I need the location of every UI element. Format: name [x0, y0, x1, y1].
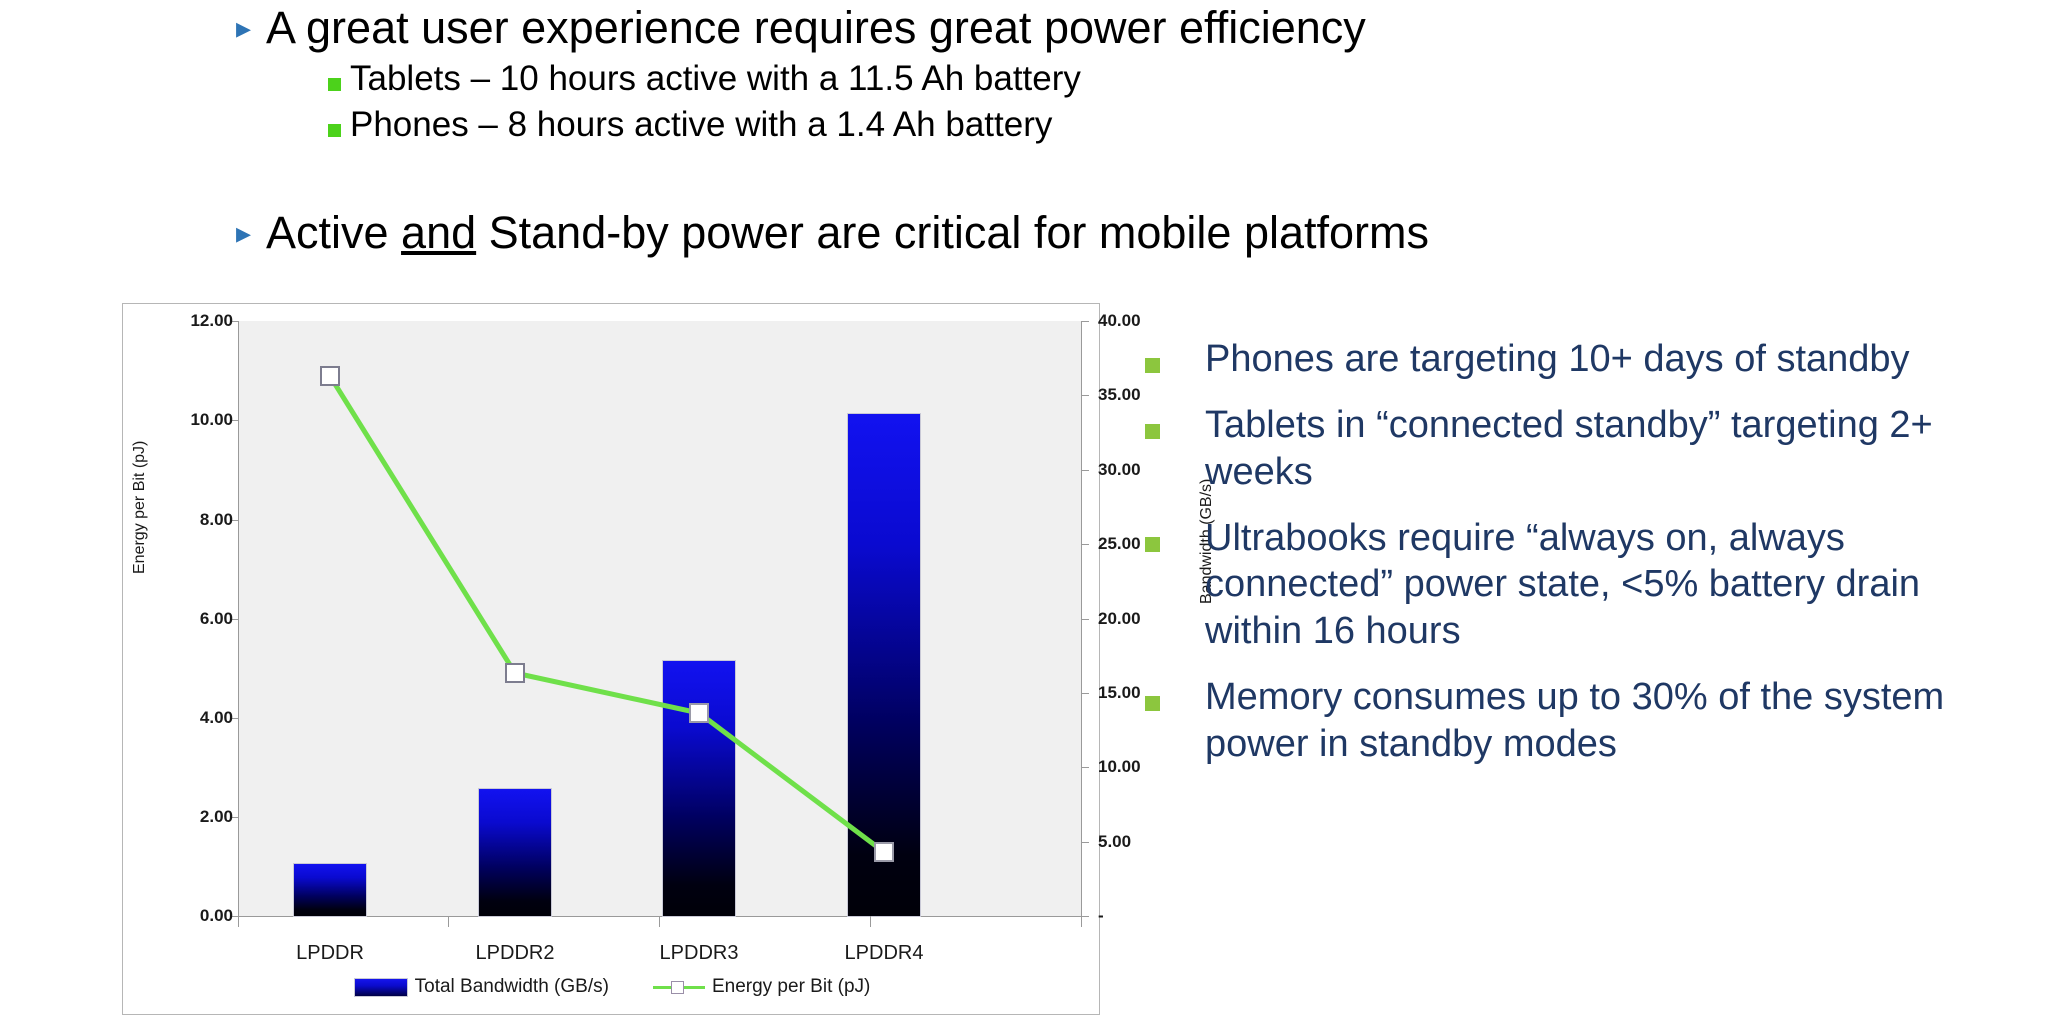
text-segment-and-underlined: and: [401, 206, 477, 258]
y2-axis-tick-label: 15.00: [1098, 683, 1141, 702]
y-axis-tick-label: 10.00: [190, 410, 233, 429]
y2-axis-tick-label: 40.00: [1098, 311, 1141, 330]
right-bullet-text-ultrabooks: Ultrabooks require “always on, always co…: [1205, 517, 1921, 652]
y-axis-tick-label: 12.00: [190, 311, 233, 330]
chart-legend: Total Bandwidth (GB/s) Energy per Bit (p…: [123, 976, 1101, 998]
x-axis-label-lpddr3: LPDDR3: [659, 942, 739, 964]
y2-axis-tick-mark: [1082, 544, 1089, 545]
x-axis-tick-mark: [448, 916, 449, 927]
bar-lpddr2: [478, 788, 552, 917]
y2-axis-tick-mark: [1082, 916, 1089, 917]
x-axis-tick-mark: [870, 916, 871, 927]
bullet-text-main: A great user experience requires great p…: [266, 2, 1366, 53]
y2-axis-tick-label: 5.00: [1098, 832, 1132, 851]
y-axis-tick-label: 6.00: [199, 609, 233, 628]
legend-item-bandwidth: Total Bandwidth (GB/s): [353, 976, 609, 998]
bullet-row-active-standby: ▸ Active and Stand-by power are critical…: [0, 205, 2046, 261]
y2-axis-tick-mark: [1082, 767, 1089, 768]
y2-axis-tick-mark: [1082, 470, 1089, 471]
x-axis-tick-mark: [659, 916, 660, 927]
bullet-row-phones: Phones – 8 hours active with a 1.4 Ah ba…: [0, 102, 2046, 148]
right-bullet-text-memory: Memory consumes up to 30% of the system …: [1205, 676, 1945, 765]
top-bullet-block: ▸ A great user experience requires great…: [0, 0, 2046, 261]
y2-axis-tick-label: 30.00: [1098, 460, 1141, 479]
y2-axis-tick-label: 35.00: [1098, 385, 1141, 404]
y2-axis-tick-mark: [1082, 693, 1089, 694]
y-axis-tick-label: 4.00: [199, 708, 233, 727]
y2-axis-tick-mark: [1082, 619, 1089, 620]
y2-axis-tick-label: 20.00: [1098, 609, 1141, 628]
x-axis-tick-mark: [1081, 916, 1082, 927]
y-axis-tick-label: 2.00: [199, 807, 233, 826]
list-item: Phones are targeting 10+ days of standby: [1145, 336, 1995, 382]
y-axis-tick-label: 0.00: [199, 906, 233, 925]
bullet-row-tablets: Tablets – 10 hours active with a 11.5 Ah…: [0, 56, 2046, 102]
bar-lpddr3: [662, 660, 736, 917]
square-bullet-icon: [328, 78, 350, 92]
bullet-text-tablets: Tablets – 10 hours active with a 11.5 Ah…: [350, 59, 1081, 99]
list-item: Memory consumes up to 30% of the system …: [1145, 674, 1995, 767]
legend-item-energy: Energy per Bit (pJ): [652, 976, 871, 998]
x-axis-label-lpddr4: LPDDR4: [844, 942, 924, 964]
list-item: Ultrabooks require “always on, always co…: [1145, 515, 1995, 654]
text-segment-standby: Stand-by power are critical for mobile p…: [476, 206, 1430, 258]
y2-axis-tick-label: 10.00: [1098, 757, 1141, 776]
bullet-text-active-standby: Active and Stand-by power are critical f…: [266, 205, 1429, 261]
triangle-right-icon: ▸: [236, 216, 252, 250]
legend-bar-swatch-icon: [353, 977, 408, 997]
x-axis-label-lpddr2: LPDDR2: [475, 942, 555, 964]
y2-axis-tick-label: 25.00: [1098, 534, 1141, 553]
y-axis-tick-label: 8.00: [199, 510, 233, 529]
bullet-row-level1: ▸ A great user experience requires great…: [0, 0, 2046, 56]
legend-label-bandwidth: Total Bandwidth (GB/s): [414, 976, 609, 997]
x-axis-label-lpddr: LPDDR: [296, 942, 364, 964]
bar-lpddr4: [847, 413, 921, 917]
text-segment-active: Active: [266, 206, 402, 258]
y2-axis-tick-label: -: [1098, 906, 1104, 925]
right-bullet-column: Phones are targeting 10+ days of standby…: [1145, 336, 1995, 787]
bar-lpddr: [293, 863, 367, 917]
chart-container: 0.00 2.00 4.00 6.00 8.00 10.00 12.00 Ene…: [122, 303, 1215, 1015]
square-bullet-icon: [328, 124, 350, 138]
y2-axis-tick-mark: [1082, 842, 1089, 843]
legend-line-swatch-icon: [652, 979, 705, 996]
y2-axis-tick-mark: [1082, 395, 1089, 396]
chart-plot-area: [238, 321, 1082, 916]
x-axis-tick-mark: [238, 916, 239, 927]
legend-label-energy: Energy per Bit (pJ): [711, 976, 871, 997]
right-bullet-text-tablets: Tablets in “connected standby” targeting…: [1205, 404, 1933, 493]
list-item: Tablets in “connected standby” targeting…: [1145, 402, 1995, 495]
right-bullet-text-phones: Phones are targeting 10+ days of standby: [1205, 338, 1910, 380]
bullet-text-phones: Phones – 8 hours active with a 1.4 Ah ba…: [350, 105, 1053, 145]
y-axis-title: Energy per Bit (pJ): [131, 440, 148, 574]
triangle-right-icon: ▸: [236, 12, 252, 45]
y2-axis-tick-mark: [1082, 321, 1089, 322]
